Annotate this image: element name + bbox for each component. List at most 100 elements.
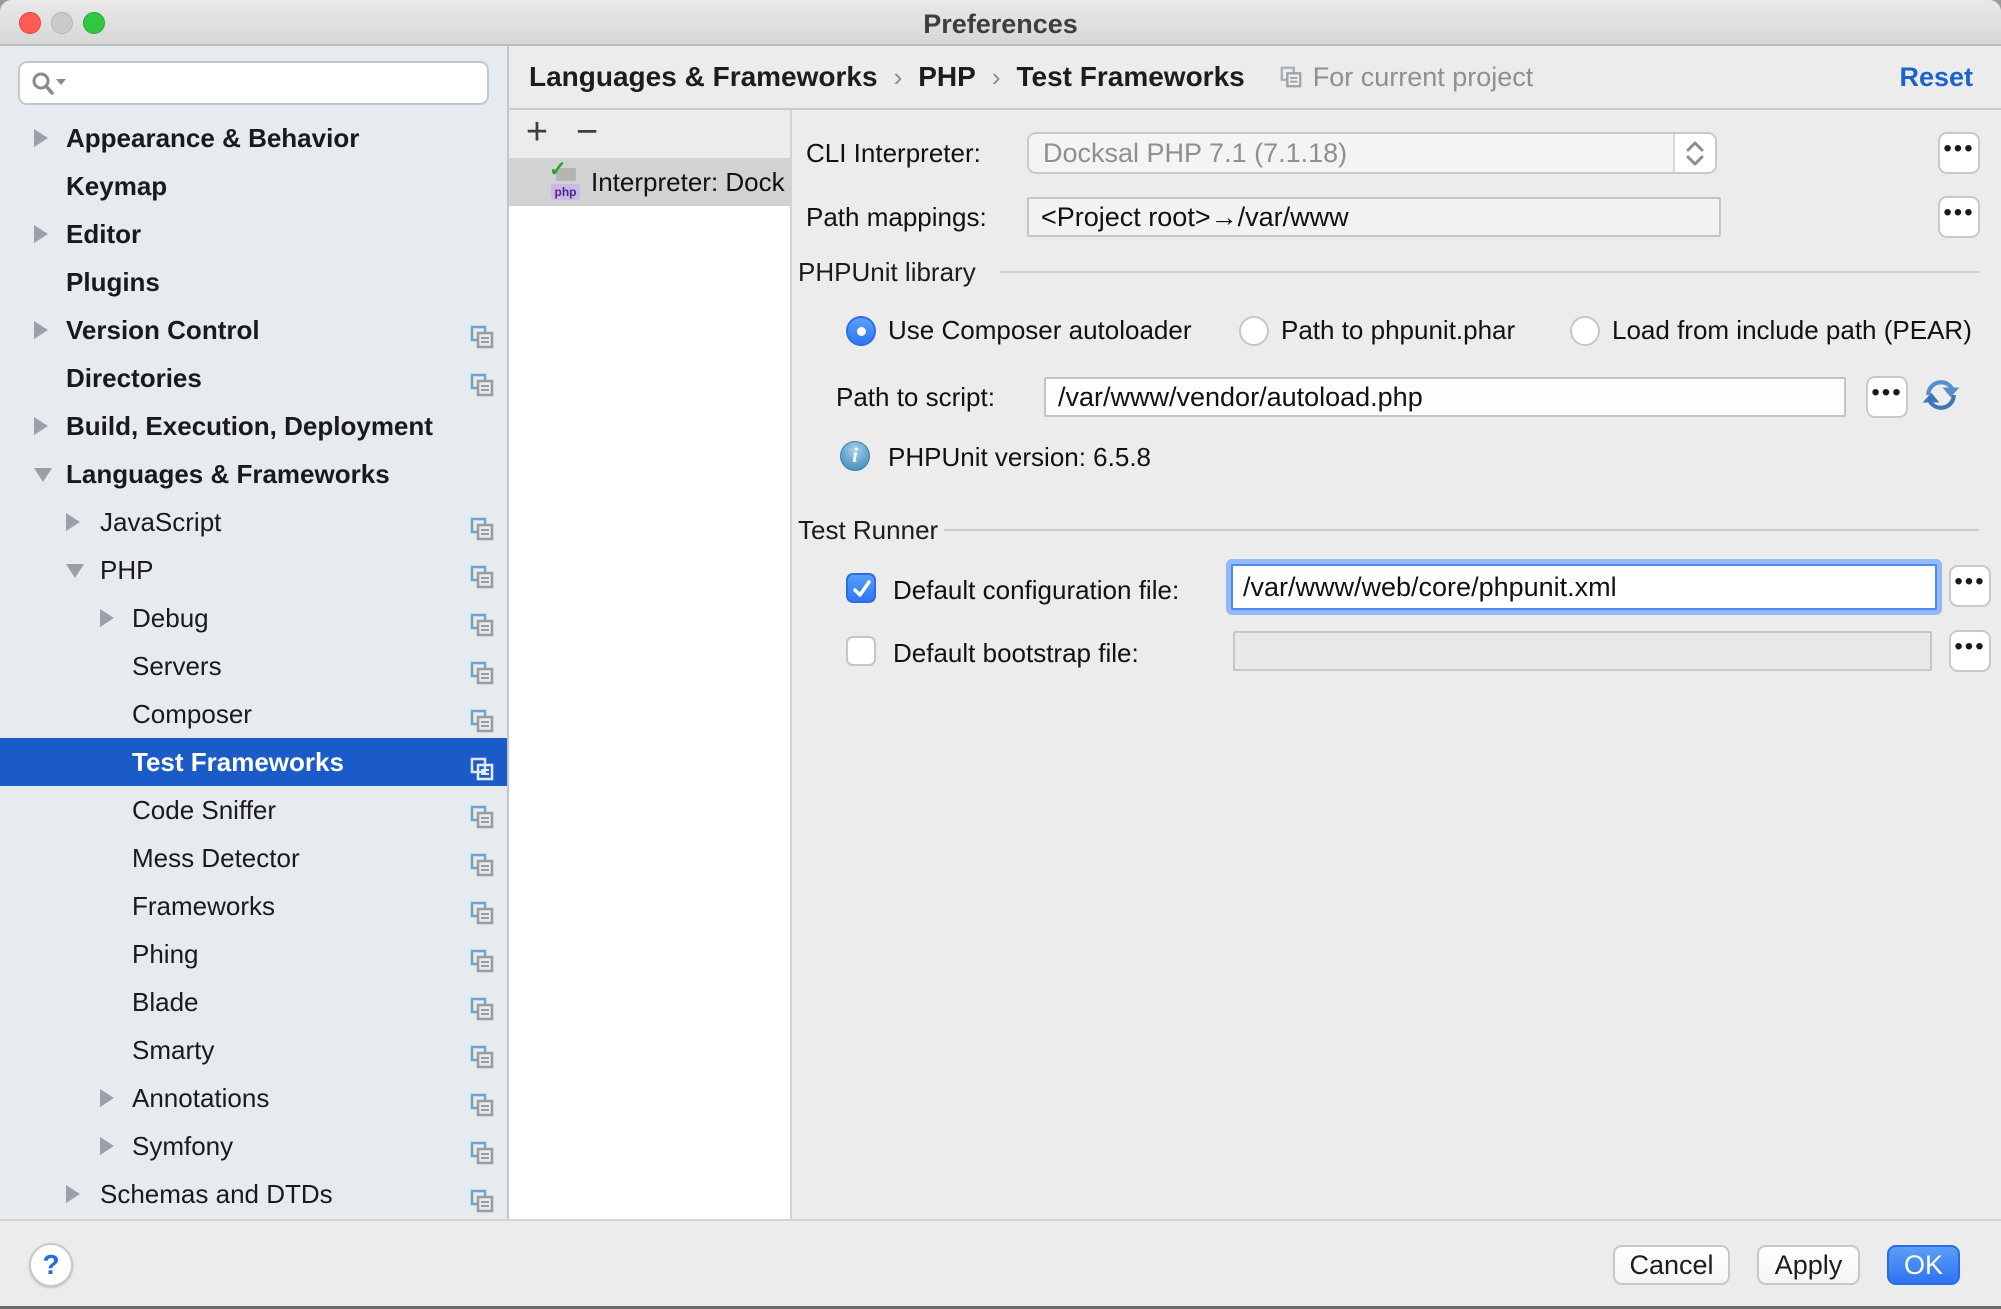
sidebar-item-label: Code Sniffer <box>0 786 507 834</box>
phpunit-library-section-title: PHPUnit library <box>798 257 976 288</box>
sidebar-item-appearance-behavior[interactable]: Appearance & Behavior <box>0 114 507 162</box>
per-project-settings-icon <box>469 797 495 823</box>
current-project-icon <box>1279 65 1303 89</box>
section-divider <box>1000 271 1979 273</box>
preferences-window: Preferences Appearance & BehaviorKeymapE… <box>0 0 2001 1309</box>
reload-phpunit-icon[interactable] <box>1920 374 1962 423</box>
settings-tree: Appearance & BehaviorKeymapEditorPlugins… <box>0 114 507 1218</box>
sidebar-item-composer[interactable]: Composer <box>0 690 507 738</box>
chevron-right-icon[interactable] <box>34 225 48 243</box>
breadcrumb-separator: › <box>894 62 903 93</box>
chevron-right-icon[interactable] <box>100 1137 114 1155</box>
path-mappings-value[interactable]: <Project root>→/var/www <box>1027 197 1721 237</box>
path-to-script-input[interactable]: /var/www/vendor/autoload.php <box>1044 377 1846 417</box>
interpreter-list-item[interactable]: ✓ php Interpreter: Dock <box>509 158 790 206</box>
path-to-script-browse-button[interactable]: ••• <box>1866 376 1908 418</box>
path-mappings-label: Path mappings: <box>806 202 987 233</box>
sidebar-item-code-sniffer[interactable]: Code Sniffer <box>0 786 507 834</box>
default-configuration-input[interactable] <box>1231 564 1937 610</box>
default-bootstrap-input[interactable] <box>1233 631 1932 671</box>
dialog-footer: ? Cancel Apply OK <box>0 1219 2001 1309</box>
sidebar-item-debug[interactable]: Debug <box>0 594 507 642</box>
phpunit-version-text: PHPUnit version: 6.5.8 <box>888 442 1151 473</box>
chevron-down-icon[interactable] <box>34 468 52 482</box>
default-bootstrap-browse-button[interactable]: ••• <box>1949 630 1991 672</box>
breadcrumb-separator: › <box>992 62 1001 93</box>
sidebar-item-frameworks[interactable]: Frameworks <box>0 882 507 930</box>
sidebar-item-languages-frameworks[interactable]: Languages & Frameworks <box>0 450 507 498</box>
sidebar-item-editor[interactable]: Editor <box>0 210 507 258</box>
radio-option-label: Path to phpunit.phar <box>1281 315 1515 346</box>
sidebar-item-mess-detector[interactable]: Mess Detector <box>0 834 507 882</box>
sidebar-item-label: Directories <box>0 354 507 402</box>
radio-option-label: Use Composer autoloader <box>888 315 1192 346</box>
apply-button[interactable]: Apply <box>1757 1245 1860 1285</box>
chevron-right-icon[interactable] <box>100 1089 114 1107</box>
sidebar-item-label: Version Control <box>0 306 507 354</box>
chevron-right-icon[interactable] <box>66 1185 80 1203</box>
radio-icon[interactable] <box>1239 316 1269 346</box>
radio-icon[interactable] <box>846 316 876 346</box>
sidebar-item-schemas-and-dtds[interactable]: Schemas and DTDs <box>0 1170 507 1218</box>
sidebar-item-label: Build, Execution, Deployment <box>0 402 507 450</box>
sidebar-item-plugins[interactable]: Plugins <box>0 258 507 306</box>
sidebar-item-label: Keymap <box>0 162 507 210</box>
breadcrumb-segment[interactable]: Test Frameworks <box>1016 61 1244 93</box>
add-interpreter-button[interactable]: + <box>517 110 557 158</box>
sidebar-item-label: Composer <box>0 690 507 738</box>
chevron-down-icon[interactable] <box>66 564 84 578</box>
sidebar-item-annotations[interactable]: Annotations <box>0 1074 507 1122</box>
sidebar-item-label: Blade <box>0 978 507 1026</box>
chevron-right-icon[interactable] <box>66 513 80 531</box>
sidebar-item-javascript[interactable]: JavaScript <box>0 498 507 546</box>
sidebar-item-version-control[interactable]: Version Control <box>0 306 507 354</box>
default-configuration-checkbox[interactable] <box>846 573 876 603</box>
php-interpreter-icon: ✓ php <box>549 163 581 201</box>
search-icon <box>30 70 70 100</box>
remove-interpreter-button[interactable]: − <box>567 110 607 158</box>
radio-icon[interactable] <box>1570 316 1600 346</box>
per-project-settings-icon <box>469 989 495 1015</box>
ok-button[interactable]: OK <box>1887 1245 1960 1285</box>
sidebar-item-phing[interactable]: Phing <box>0 930 507 978</box>
interpreter-item-label: Interpreter: Dock <box>591 167 785 198</box>
help-button[interactable]: ? <box>29 1243 73 1287</box>
breadcrumb-segment[interactable]: Languages & Frameworks <box>529 61 878 93</box>
per-project-settings-icon <box>469 317 495 343</box>
sidebar-item-servers[interactable]: Servers <box>0 642 507 690</box>
breadcrumb-segment[interactable]: PHP <box>918 61 976 93</box>
cancel-button[interactable]: Cancel <box>1613 1245 1730 1285</box>
sidebar-item-label: Languages & Frameworks <box>0 450 507 498</box>
chevron-right-icon[interactable] <box>100 609 114 627</box>
sidebar-item-build-execution-deployment[interactable]: Build, Execution, Deployment <box>0 402 507 450</box>
info-icon: i <box>840 441 870 471</box>
sidebar-item-keymap[interactable]: Keymap <box>0 162 507 210</box>
cli-interpreter-select[interactable]: Docksal PHP 7.1 (7.1.18) <box>1027 132 1717 174</box>
cli-interpreter-browse-button[interactable]: ••• <box>1938 132 1980 174</box>
sidebar-item-test-frameworks[interactable]: Test Frameworks <box>0 738 507 786</box>
path-mappings-browse-button[interactable]: ••• <box>1938 196 1980 238</box>
radio-option[interactable]: Load from include path (PEAR) <box>1570 315 1972 346</box>
cli-interpreter-value: Docksal PHP 7.1 (7.1.18) <box>1029 134 1715 172</box>
reset-link[interactable]: Reset <box>1899 62 1973 93</box>
default-configuration-browse-button[interactable]: ••• <box>1949 565 1991 607</box>
default-bootstrap-checkbox[interactable] <box>846 636 876 666</box>
chevron-right-icon[interactable] <box>34 321 48 339</box>
sidebar-item-symfony[interactable]: Symfony <box>0 1122 507 1170</box>
sidebar-item-smarty[interactable]: Smarty <box>0 1026 507 1074</box>
radio-option[interactable]: Path to phpunit.phar <box>1239 315 1515 346</box>
radio-option[interactable]: Use Composer autoloader <box>846 315 1192 346</box>
sidebar-item-label: Annotations <box>0 1074 507 1122</box>
default-configuration-label: Default configuration file: <box>893 575 1179 606</box>
sidebar-item-php[interactable]: PHP <box>0 546 507 594</box>
sidebar-item-directories[interactable]: Directories <box>0 354 507 402</box>
sidebar-item-label: Plugins <box>0 258 507 306</box>
chevron-right-icon[interactable] <box>34 417 48 435</box>
settings-search-input[interactable] <box>18 61 489 105</box>
chevron-right-icon[interactable] <box>34 129 48 147</box>
stepper-arrows-icon[interactable] <box>1673 134 1715 172</box>
per-project-settings-icon <box>469 509 495 535</box>
sidebar-item-label: Smarty <box>0 1026 507 1074</box>
test-frameworks-form: CLI Interpreter: Docksal PHP 7.1 (7.1.18… <box>792 110 2001 1219</box>
sidebar-item-blade[interactable]: Blade <box>0 978 507 1026</box>
